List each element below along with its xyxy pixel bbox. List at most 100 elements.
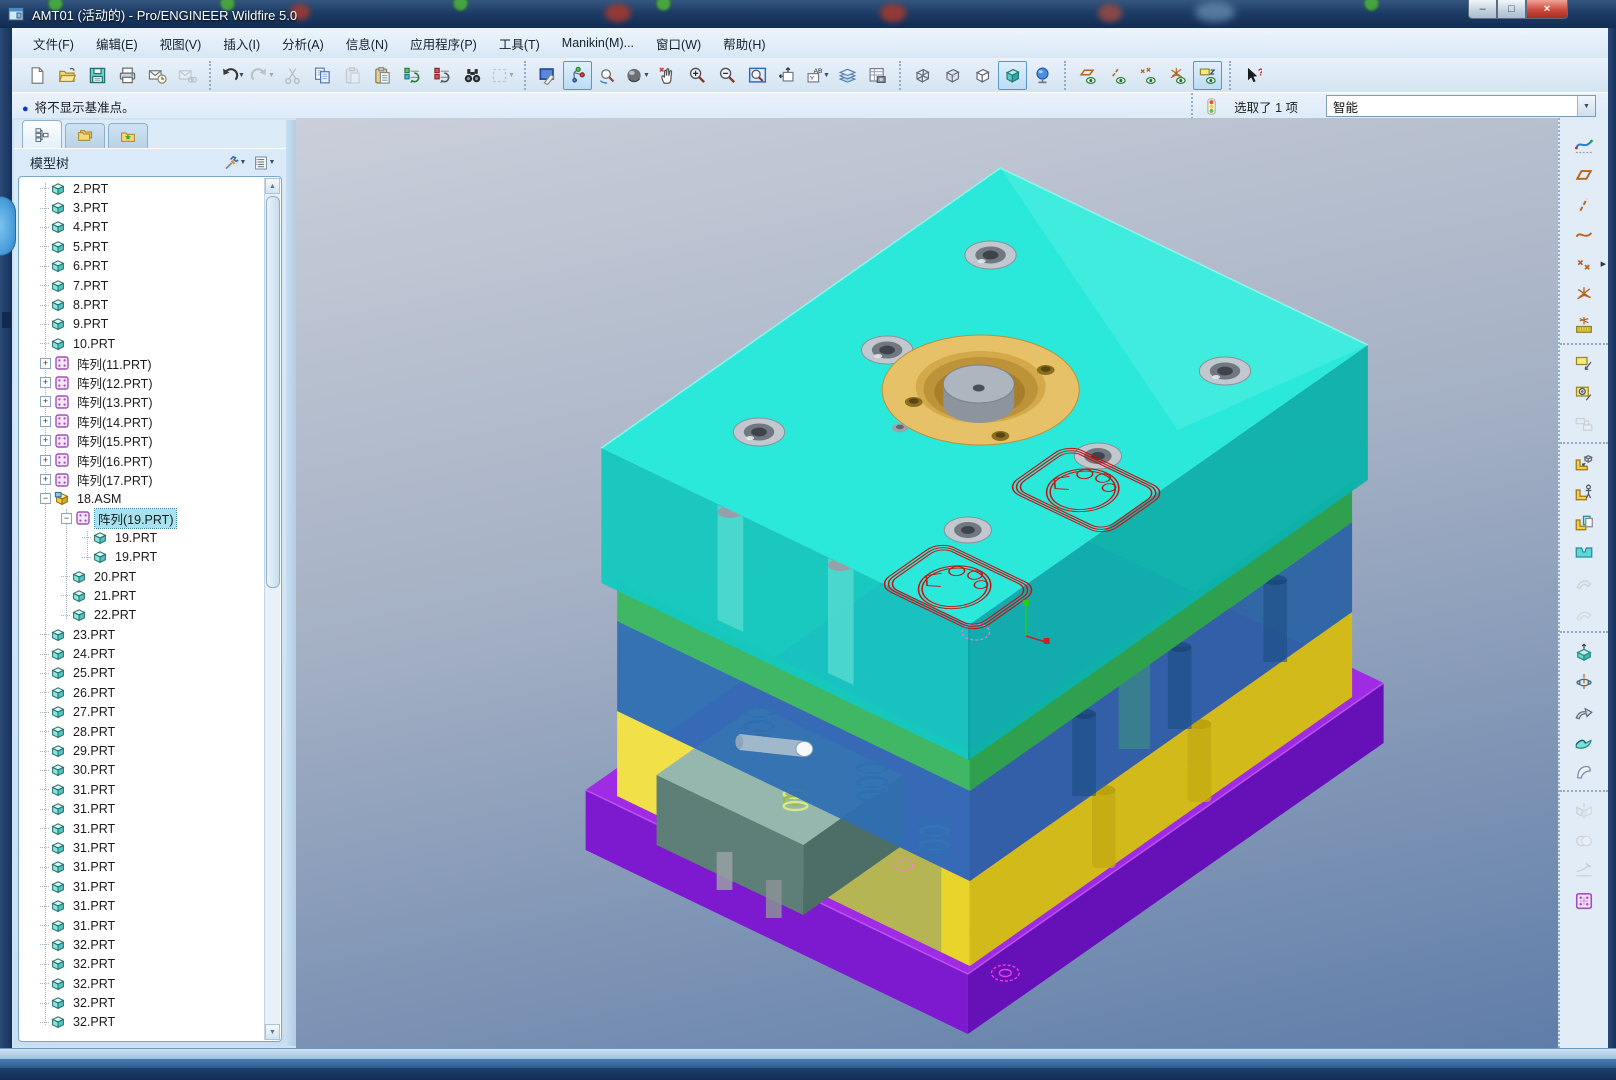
tree-item[interactable]: 32.PRT [20, 935, 265, 954]
tree-item[interactable]: 32.PRT [20, 955, 265, 974]
find-button[interactable] [458, 61, 487, 90]
minimize-button[interactable]: – [1468, 0, 1497, 19]
annotation-button[interactable] [1569, 350, 1599, 377]
datum-curve-button[interactable] [1569, 221, 1599, 248]
mold-assembly-3d[interactable] [296, 118, 1558, 1048]
layers-button[interactable] [833, 61, 862, 90]
tree-columns-dropdown-arrow[interactable]: ▼ [268, 159, 276, 166]
tree-item[interactable]: 31.PRT [20, 780, 265, 799]
saved-views-dropdown-arrow[interactable]: ▼ [823, 72, 831, 79]
tree-expander-plus[interactable]: + [40, 357, 51, 369]
model-tree-scrollbar[interactable]: ▲ ▼ [264, 178, 280, 1040]
wireframe-button[interactable] [908, 61, 937, 90]
tree-item[interactable]: 2.PRT [20, 179, 265, 198]
tree-expander-minus[interactable]: − [61, 512, 72, 524]
tree-item[interactable]: 23.PRT [20, 625, 265, 644]
locating-ring[interactable] [881, 334, 1080, 446]
undo-button[interactable]: ▼ [218, 61, 247, 90]
tree-item[interactable]: 3.PRT [20, 198, 265, 217]
tree-item[interactable]: + 阵列(14.PRT) [20, 412, 265, 431]
tree-item[interactable]: 5.PRT [20, 237, 265, 256]
regenerate-button[interactable] [398, 61, 427, 90]
datum-plane-button[interactable] [1569, 161, 1599, 188]
tree-expander-plus[interactable]: + [40, 435, 51, 447]
spin-center-button[interactable] [563, 60, 592, 90]
assemble-manikin-button[interactable] [1569, 479, 1599, 506]
sweep-button[interactable] [1569, 698, 1599, 725]
datum-csys-button[interactable] [1569, 281, 1599, 308]
extrude-button[interactable] [1569, 638, 1599, 665]
tree-item[interactable]: 21.PRT [20, 586, 265, 605]
reorient-view-button[interactable] [773, 61, 802, 90]
new-file-button[interactable] [23, 61, 52, 90]
zoom-in-button[interactable] [683, 61, 712, 90]
tree-item[interactable]: + 阵列(11.PRT) [20, 354, 265, 373]
copy-button[interactable] [308, 61, 337, 90]
print-button[interactable] [113, 61, 142, 90]
tree-item[interactable]: 22.PRT [20, 606, 265, 625]
close-button[interactable]: × [1526, 0, 1568, 19]
annotation-feature-button[interactable] [1569, 380, 1599, 407]
tree-item[interactable]: 9.PRT [20, 315, 265, 334]
style-tool-button[interactable] [1569, 131, 1599, 158]
annotation-toggle-button[interactable] [1193, 60, 1222, 90]
tree-item[interactable]: 31.PRT [20, 877, 265, 896]
tree-expander-plus[interactable]: + [40, 454, 51, 466]
datum-point-button[interactable]: ▶ [1569, 251, 1606, 278]
scrollbar-up-button[interactable]: ▲ [265, 178, 280, 194]
tree-item[interactable]: 7.PRT [20, 276, 265, 295]
tree-item[interactable]: + 阵列(16.PRT) [20, 450, 265, 469]
tree-item[interactable]: 28.PRT [20, 722, 265, 741]
tree-columns-button[interactable]: ▼ [253, 155, 276, 171]
datum-axis-button[interactable] [1569, 191, 1599, 218]
tree-item[interactable]: + 阵列(12.PRT) [20, 373, 265, 392]
no-hidden-button[interactable] [968, 61, 997, 90]
tree-expander-minus[interactable]: − [40, 493, 51, 505]
revolve-button[interactable] [1569, 668, 1599, 695]
tree-item[interactable]: 32.PRT [20, 993, 265, 1012]
regenerate-manager-button[interactable] [428, 61, 457, 90]
context-help-button[interactable]: ? [1238, 61, 1267, 90]
sketch-tool-button[interactable] [1569, 311, 1599, 338]
menu-manikinm[interactable]: Manikin(M)... [551, 32, 645, 54]
datum-axis-toggle-button[interactable] [1103, 61, 1132, 90]
assemble-button[interactable] [1569, 449, 1599, 476]
tree-item[interactable]: 31.PRT [20, 800, 265, 819]
menu-p[interactable]: 应用程序(P) [399, 30, 488, 57]
tree-item[interactable]: + 阵列(13.PRT) [20, 392, 265, 411]
selection-filter-combo[interactable]: 智能 ▼ [1326, 95, 1596, 117]
tree-expander-plus[interactable]: + [40, 474, 51, 486]
menu-e[interactable]: 编辑(E) [85, 30, 149, 57]
tree-item[interactable]: 26.PRT [20, 683, 265, 702]
tree-item[interactable]: 4.PRT [20, 218, 265, 237]
tree-item[interactable]: 32.PRT [20, 974, 265, 993]
tree-item[interactable]: + 阵列(15.PRT) [20, 431, 265, 450]
send-mail-button[interactable] [143, 61, 172, 90]
pan-zoom-button[interactable] [653, 61, 682, 90]
tree-item[interactable]: 24.PRT [20, 644, 265, 663]
tree-item[interactable]: 10.PRT [20, 334, 265, 353]
datum-plane-toggle-button[interactable] [1073, 61, 1102, 90]
tree-item[interactable]: 6.PRT [20, 257, 265, 276]
zoom-out-button[interactable] [713, 61, 742, 90]
tree-item[interactable]: 25.PRT [20, 664, 265, 683]
tree-expander-plus[interactable]: + [40, 415, 51, 427]
tree-expander-plus[interactable]: + [40, 396, 51, 408]
menu-w[interactable]: 窗口(W) [645, 30, 712, 57]
tree-item[interactable]: 31.PRT [20, 838, 265, 857]
tab-favorites[interactable] [108, 123, 148, 148]
create-component-button[interactable] [1569, 509, 1599, 536]
tree-item[interactable]: 31.PRT [20, 916, 265, 935]
tree-item[interactable]: 31.PRT [20, 896, 265, 915]
tree-settings-dropdown-arrow[interactable]: ▼ [239, 159, 247, 166]
tab-model-tree[interactable] [22, 120, 62, 148]
menu-f[interactable]: 文件(F) [22, 30, 85, 57]
tree-item[interactable]: 19.PRT [20, 528, 265, 547]
tree-item[interactable]: − 18.ASM [20, 489, 265, 508]
boundary-blend-button[interactable] [1569, 728, 1599, 755]
tree-item[interactable]: 19.PRT [20, 547, 265, 566]
mold-feature-button[interactable] [1569, 539, 1599, 566]
tree-item[interactable]: 31.PRT [20, 819, 265, 838]
saved-views-button[interactable]: AB ▼ [803, 61, 832, 90]
render-style-dropdown-arrow[interactable]: ▼ [643, 72, 651, 79]
